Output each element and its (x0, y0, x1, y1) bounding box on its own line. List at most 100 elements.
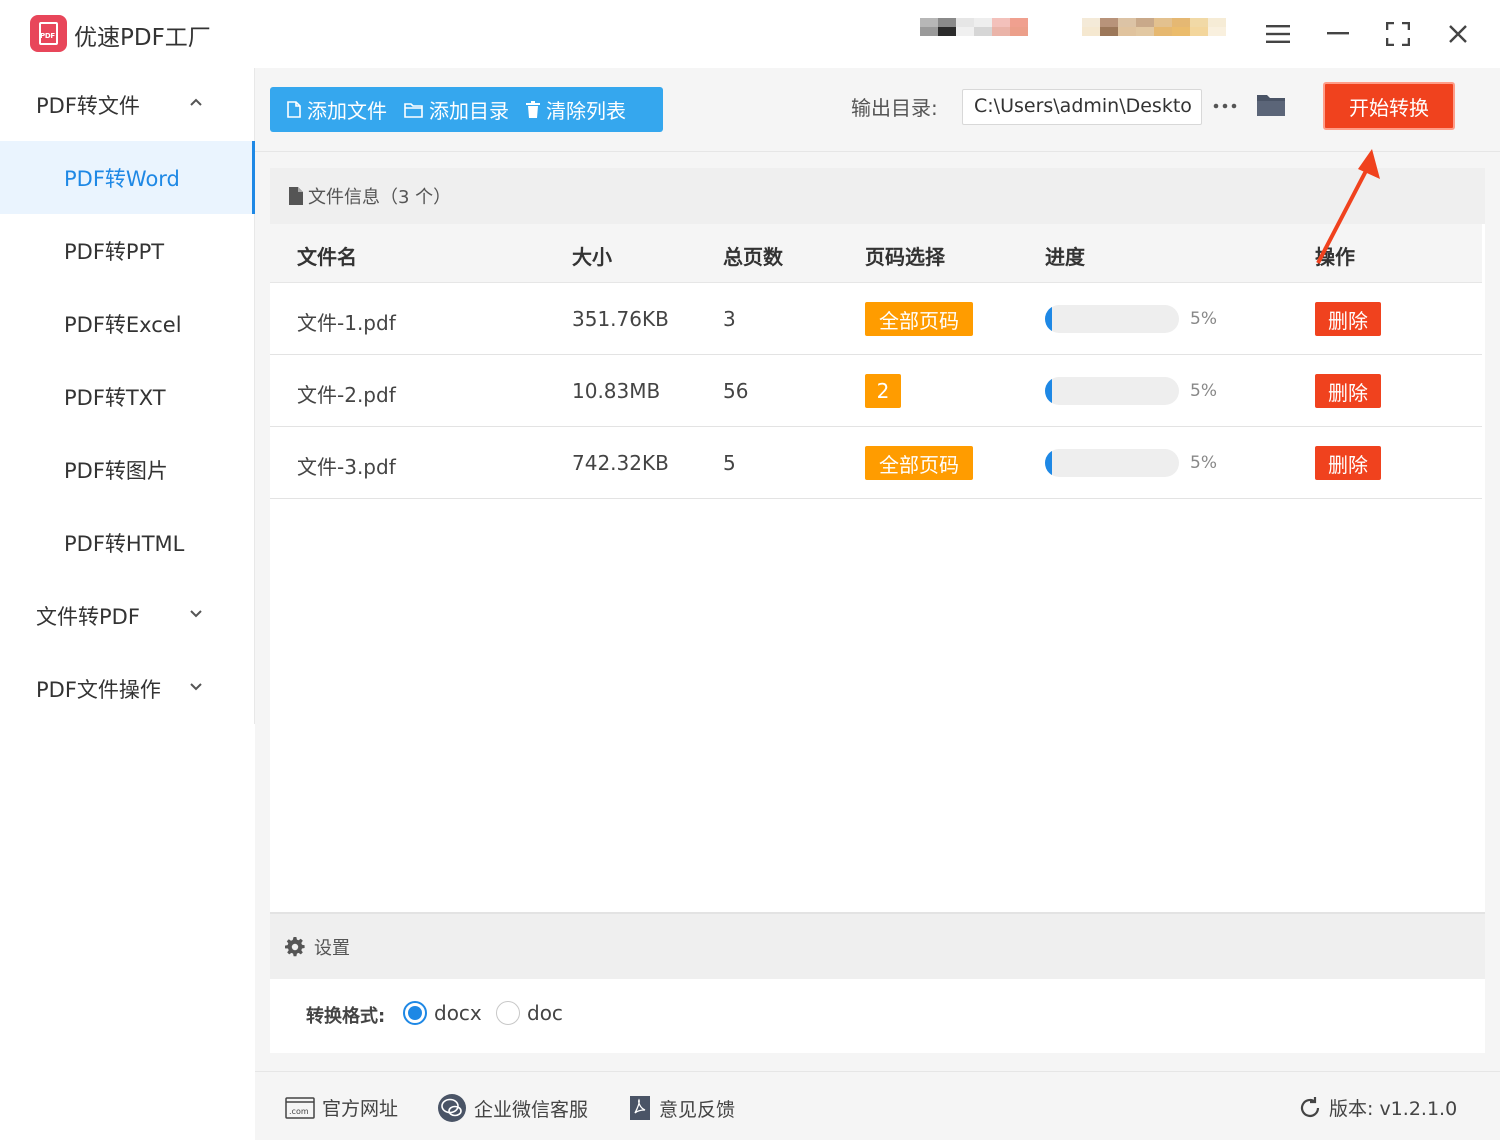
column-header-page-select: 页码选择 (865, 245, 945, 269)
sidebar-item-label: PDF转Excel (64, 312, 182, 337)
version-check[interactable]: 版本: v1.2.1.0 (1298, 1094, 1457, 1121)
output-dir-label: 输出目录: (851, 96, 938, 120)
svg-text:.com: .com (289, 1107, 309, 1116)
more-icon[interactable] (1210, 91, 1240, 121)
sidebar-group-label: PDF转文件 (36, 93, 140, 118)
menu-icon[interactable] (1258, 14, 1298, 54)
sidebar-group-pdf-operations[interactable]: PDF文件操作 (0, 652, 255, 725)
user-avatar-blur (920, 18, 1028, 54)
radio-unchecked-icon (496, 1001, 520, 1025)
chat-icon (438, 1094, 466, 1122)
column-header-progress: 进度 (1045, 245, 1085, 269)
progress-percent: 5% (1190, 453, 1217, 473)
feedback-link[interactable]: 意见反馈 (628, 1094, 735, 1122)
website-icon: .com (285, 1096, 315, 1119)
format-doc-radio[interactable]: doc (496, 1001, 563, 1025)
settings-panel: 设置 转换格式: docx doc (270, 912, 1485, 1053)
folder-outline-icon (404, 102, 423, 118)
sidebar-group-label: 文件转PDF (36, 604, 140, 629)
sidebar-item-pdf-to-txt[interactable]: PDF转TXT (0, 360, 255, 433)
file-size: 10.83MB (572, 379, 661, 403)
radio-checked-icon (403, 1001, 427, 1025)
toolbar: 添加文件 添加目录 清除列表 输出目录: C:\Users\admin\Desk… (255, 68, 1500, 152)
fullscreen-icon[interactable] (1378, 14, 1418, 54)
column-header-name: 文件名 (297, 245, 357, 269)
wechat-support-link[interactable]: 企业微信客服 (437, 1094, 588, 1122)
website-link[interactable]: .com 官方网址 (285, 1094, 398, 1121)
feedback-icon (630, 1096, 650, 1120)
sidebar-item-pdf-to-image[interactable]: PDF转图片 (0, 433, 255, 506)
add-directory-button[interactable]: 添加目录 (387, 87, 509, 132)
column-header-pages: 总页数 (723, 245, 783, 269)
add-directory-label: 添加目录 (429, 99, 509, 123)
clear-list-label: 清除列表 (546, 99, 626, 123)
sidebar-group-label: PDF文件操作 (36, 677, 161, 702)
format-docx-radio[interactable]: docx (403, 1001, 482, 1025)
wechat-support-label: 企业微信客服 (474, 1098, 589, 1121)
progress-percent: 5% (1190, 309, 1217, 329)
app-title: 优速PDF工厂 (74, 25, 211, 51)
sidebar: PDF转文件 PDF转Word PDF转PPT PDF转Excel PDF转TX… (0, 68, 255, 1140)
sidebar-item-label: PDF转图片 (64, 458, 168, 483)
add-file-button[interactable]: 添加文件 (270, 87, 387, 132)
chevron-down-icon (190, 683, 202, 691)
chevron-up-icon (190, 98, 202, 106)
file-list-panel: 文件信息（3 个） 文件名 大小 总页数 页码选择 进度 操作 文件-1.pdf… (270, 168, 1485, 980)
start-convert-button[interactable]: 开始转换 (1323, 82, 1455, 130)
add-file-label: 添加文件 (307, 99, 387, 123)
page-select-button[interactable]: 全部页码 (865, 446, 973, 480)
file-actions-group: 添加文件 添加目录 清除列表 (270, 87, 663, 132)
page-count: 3 (723, 307, 736, 331)
page-select-button[interactable]: 全部页码 (865, 302, 973, 336)
file-name: 文件-1.pdf (297, 311, 396, 335)
document-icon (289, 187, 303, 205)
file-icon (287, 101, 301, 118)
file-name: 文件-3.pdf (297, 455, 396, 479)
footer: .com 官方网址 企业微信客服 意见反馈 版本: v1.2.1.0 (255, 1071, 1500, 1140)
sidebar-group-pdf-to-file[interactable]: PDF转文件 (0, 68, 255, 141)
progress-fill (1045, 449, 1052, 477)
title-bar: PDF 优速PDF工厂 (0, 0, 1500, 68)
progress-bar (1045, 377, 1179, 405)
sidebar-item-pdf-to-word[interactable]: PDF转Word (0, 141, 255, 214)
table-row: 文件-1.pdf 351.76KB 3 全部页码 5% 删除 (270, 283, 1482, 355)
settings-title: 设置 (314, 937, 350, 959)
close-icon[interactable] (1438, 14, 1478, 54)
folder-icon[interactable] (1256, 92, 1286, 120)
app-logo-icon: PDF (30, 15, 67, 52)
sidebar-item-label: PDF转PPT (64, 239, 165, 264)
page-count: 5 (723, 451, 736, 475)
progress-percent: 5% (1190, 381, 1217, 401)
clear-list-button[interactable]: 清除列表 (509, 87, 626, 132)
delete-button[interactable]: 删除 (1315, 302, 1381, 336)
sidebar-group-file-to-pdf[interactable]: 文件转PDF (0, 579, 255, 652)
delete-button[interactable]: 删除 (1315, 374, 1381, 408)
minimize-icon[interactable] (1318, 14, 1358, 54)
sidebar-item-pdf-to-excel[interactable]: PDF转Excel (0, 287, 255, 360)
settings-header: 设置 (270, 914, 1485, 979)
progress-fill (1045, 377, 1052, 405)
format-option-label: docx (434, 1001, 482, 1025)
sidebar-item-label: PDF转HTML (64, 531, 185, 556)
version-label: 版本: v1.2.1.0 (1329, 1098, 1458, 1120)
format-option-label: doc (527, 1001, 563, 1025)
file-name: 文件-2.pdf (297, 383, 396, 407)
feedback-label: 意见反馈 (659, 1098, 736, 1121)
progress-bar (1045, 449, 1179, 477)
progress-bar (1045, 305, 1179, 333)
sidebar-item-pdf-to-html[interactable]: PDF转HTML (0, 506, 255, 579)
user-name-blur (1082, 18, 1226, 54)
progress-fill (1045, 305, 1052, 333)
delete-button[interactable]: 删除 (1315, 446, 1381, 480)
refresh-icon (1300, 1096, 1320, 1117)
sidebar-item-pdf-to-ppt[interactable]: PDF转PPT (0, 214, 255, 287)
website-label: 官方网址 (322, 1098, 399, 1120)
column-header-size: 大小 (572, 245, 612, 269)
gear-icon (285, 936, 305, 956)
file-size: 742.32KB (572, 451, 669, 475)
trash-icon (526, 101, 540, 118)
page-count: 56 (723, 379, 749, 403)
page-select-button[interactable]: 2 (865, 374, 901, 408)
file-info-title: 文件信息（3 个） (308, 187, 452, 208)
output-dir-field[interactable]: C:\Users\admin\Deskto (962, 89, 1202, 125)
